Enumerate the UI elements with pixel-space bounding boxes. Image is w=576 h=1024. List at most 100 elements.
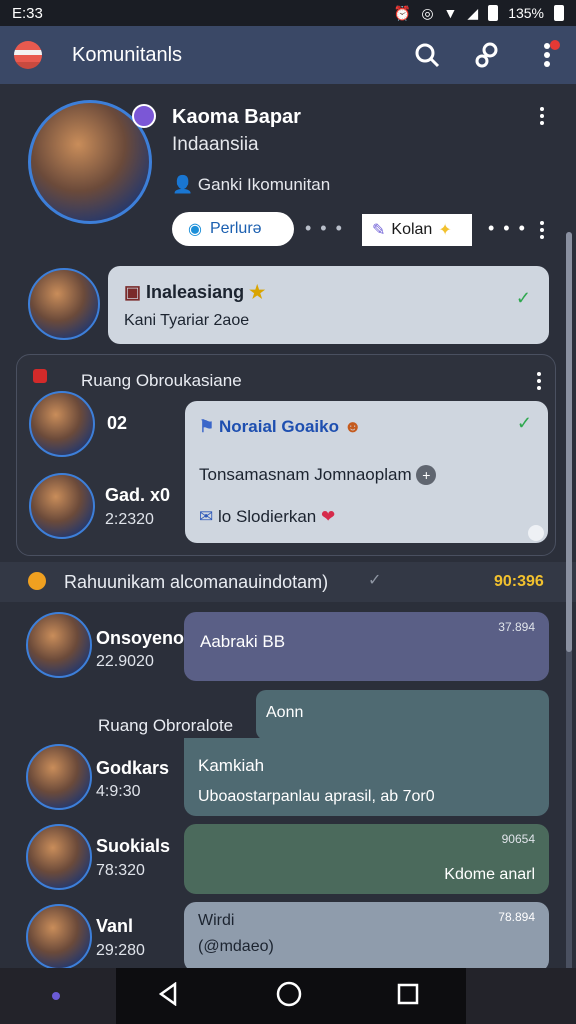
message1-name: Onsoyeno	[96, 628, 185, 648]
scrollbar-thumb[interactable]	[566, 232, 572, 652]
message3-text: Kamkiah	[198, 756, 265, 775]
message3-text4: 7or0	[402, 788, 435, 805]
pinned-icon: ▣	[124, 282, 142, 302]
message5-time: 29:280	[96, 942, 145, 959]
message5-stamp: 78.894	[498, 910, 535, 924]
alarm-icon: ⏰	[393, 4, 412, 21]
room-more-icon[interactable]	[529, 369, 549, 393]
dot-icon	[52, 992, 60, 1000]
nav-left-area	[0, 968, 116, 1024]
room-message-bubble[interactable]: ⚑ Noraial Goaiko ☻ ✓ Tonsamasnam Jomnaop…	[185, 401, 548, 543]
recents-icon[interactable]	[397, 983, 419, 1010]
heart-emoji-icon: ❤	[321, 507, 336, 526]
message3-time: 4:9:30	[96, 783, 141, 800]
signal-icon: ◢	[467, 4, 479, 21]
message5-avatar[interactable]	[26, 904, 92, 968]
message4-name: Suokials	[96, 836, 171, 856]
status-time: E:33	[12, 4, 43, 22]
smile-icon	[28, 572, 46, 590]
member2-name: Gad. x0	[105, 485, 171, 505]
profile-more-icon[interactable]	[532, 104, 552, 128]
search-icon[interactable]	[412, 40, 442, 70]
pinned-bubble[interactable]: ▣ Inaleasiang ★ Kani Tyariar 2aoe ✓	[108, 266, 549, 344]
chat-room-card[interactable]: Ruang Obroukasiane 02 Gad. x0 2:2320 ⚑ N…	[16, 354, 556, 556]
pencil-icon: ✎	[372, 222, 386, 239]
pinned-avatar[interactable]	[28, 268, 100, 340]
more-dots[interactable]: • • •	[488, 218, 527, 239]
message3-name: Godkars	[96, 758, 170, 778]
message3-avatar[interactable]	[26, 744, 92, 810]
person-icon: 👤	[172, 175, 194, 194]
status-icons: ⏰ ◎ ▼ ◢ 135%	[394, 5, 564, 22]
emoji-icon: ☻	[343, 417, 362, 436]
room-title: Ruang Obroukasiane	[81, 371, 242, 390]
message1-time: 22.9020	[96, 653, 154, 670]
profile-subtitle: Indaansiia	[172, 134, 259, 155]
section-time: 90:396	[494, 573, 544, 590]
pill-primary-label: Perlurə	[209, 220, 262, 237]
battery-icon	[488, 5, 499, 21]
check-mark-icon: ✓	[368, 572, 382, 589]
app-bar: Komunitanls	[0, 26, 576, 84]
message4-text: Kdome anarl	[444, 866, 535, 883]
member1-avatar[interactable]	[29, 391, 95, 457]
battery-percent: 135%	[508, 5, 544, 21]
member1-name: 02	[107, 413, 128, 433]
more-options-icon[interactable]	[532, 40, 562, 70]
message1-text: Aabraki BB	[200, 632, 286, 651]
message4-bubble[interactable]: 90654 Kdome anarl	[184, 824, 549, 894]
message4-stamp: 90654	[501, 832, 535, 846]
message1-bubble[interactable]: Aabraki BB 37.894	[184, 612, 549, 681]
message4-time: 78:320	[96, 862, 145, 879]
member2-time: 2:2320	[105, 511, 154, 528]
check-icon-2: ✓	[516, 413, 532, 433]
status-bar: E:33 ⏰ ◎ ▼ ◢ 135%	[0, 0, 576, 26]
message3-text3: ab	[380, 788, 399, 805]
pinned-title: Inaleasiang	[146, 282, 245, 302]
message2-reply-bubble[interactable]: Aonn	[256, 690, 549, 740]
section-header: Rahuunikam alcomanauindotam) ✓ 90:396	[0, 562, 576, 602]
read-receipt-icon	[528, 525, 544, 541]
appbar-actions	[412, 40, 562, 70]
room-badge-icon	[33, 369, 47, 383]
message5-name: Vanl	[96, 916, 134, 936]
app-logo-icon[interactable]	[14, 41, 42, 69]
profile-community-link[interactable]: 👤 Ganki Ikomunitan	[172, 175, 330, 195]
message3-text2: Uboaostarpanlau aprasil,	[198, 788, 376, 805]
location-icon: ◎	[421, 4, 434, 21]
message5-bubble[interactable]: Wirdi (@mdaeo) 78.894	[184, 902, 549, 968]
profile-name: Kaoma Bapar	[172, 106, 301, 128]
pinned-subtitle: Kani Tyariar 2aoe	[124, 312, 250, 329]
pill-secondary-label: Kolan	[391, 221, 433, 238]
message3-bubble[interactable]: Kamkiah Uboaostarpanlau aprasil, ab 7or0	[184, 738, 549, 816]
room-message-body: Tonsamasnam Jomnaoplam	[199, 465, 412, 484]
flag-icon: ⚑	[199, 417, 215, 436]
sparkle-icon: ✦	[438, 222, 452, 239]
message2-label: Ruang Obroralote	[98, 716, 234, 735]
back-icon[interactable]	[157, 981, 181, 1011]
add-user-icon[interactable]	[472, 40, 502, 70]
check-icon: ✓	[515, 288, 531, 308]
message1-stamp: 37.894	[498, 620, 535, 634]
verified-badge-icon	[132, 104, 156, 128]
community-feed[interactable]: Kaoma Bapar Indaansiia 👤 Ganki Ikomunita…	[0, 84, 576, 968]
circle-icon: ◉	[188, 221, 202, 238]
pill-secondary-button[interactable]: ✎ Kolan ✦	[362, 214, 472, 246]
star-icon: ★	[249, 282, 266, 302]
message5-text2: (@mdaeo)	[198, 938, 274, 955]
home-icon[interactable]	[276, 981, 302, 1012]
plus-icon: +	[416, 465, 437, 485]
message5-text: Wirdi	[198, 912, 235, 929]
row-more-icon[interactable]	[532, 218, 552, 242]
message2-reply: Aonn	[266, 704, 304, 721]
member2-avatar[interactable]	[29, 473, 95, 539]
app-title: Komunitanls	[72, 43, 183, 66]
pill-primary-button[interactable]: ◉ Perlurə	[172, 212, 294, 246]
wifi-icon: ▼	[443, 5, 458, 21]
mail-icon: ✉	[199, 507, 214, 526]
nav-right-area	[466, 968, 576, 1024]
message4-avatar[interactable]	[26, 824, 92, 890]
message1-avatar[interactable]	[26, 612, 92, 678]
section-label: Rahuunikam alcomanauindotam)	[64, 572, 329, 592]
room-message-footer: lo Slodierkan	[217, 507, 317, 526]
